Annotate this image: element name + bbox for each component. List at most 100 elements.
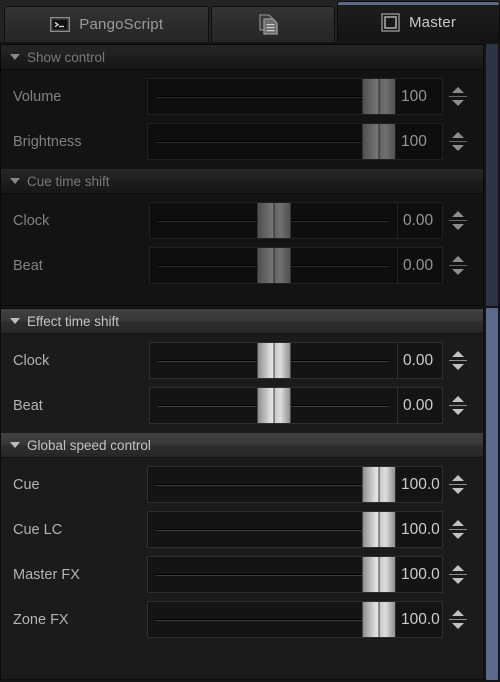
- value-field-effect-beat[interactable]: 0.00: [397, 387, 443, 424]
- stepper-down-icon[interactable]: [452, 364, 464, 370]
- chevron-down-icon[interactable]: [10, 442, 20, 448]
- slider-handle[interactable]: [362, 512, 395, 547]
- value-field-cue-lc[interactable]: 100.0: [395, 511, 443, 548]
- section-body-global-speed-control: Cue 100.0 Cue LC 100.0 Master FX 100.0 Zone FX…: [1, 458, 483, 647]
- stepper-down-icon[interactable]: [452, 224, 464, 230]
- stepper-zone-fx[interactable]: [443, 601, 473, 638]
- tab-master[interactable]: Master: [336, 1, 500, 42]
- section-title: Show control: [27, 49, 106, 65]
- slider-handle[interactable]: [257, 203, 291, 238]
- stepper-divider: [449, 220, 467, 221]
- stepper-up-icon[interactable]: [452, 610, 464, 616]
- stepper-down-icon[interactable]: [452, 623, 464, 629]
- lower-scrollbar[interactable]: [486, 308, 498, 680]
- chevron-down-icon[interactable]: [10, 318, 20, 324]
- slider-master-fx[interactable]: [147, 556, 395, 593]
- value-field-cue-clock[interactable]: 0.00: [397, 202, 443, 239]
- terminal-icon: [50, 17, 71, 32]
- value-field-volume[interactable]: 100: [395, 78, 443, 115]
- section-header-effect-time-shift[interactable]: Effect time shift: [1, 309, 483, 334]
- stepper-effect-clock[interactable]: [443, 342, 473, 379]
- stepper-divider: [449, 619, 467, 620]
- slider-handle[interactable]: [362, 124, 395, 159]
- control-row-brightness: Brightness 100: [1, 119, 483, 164]
- control-group: 100.0: [147, 466, 473, 503]
- slider-handle[interactable]: [362, 79, 395, 114]
- stepper-brightness[interactable]: [443, 123, 473, 160]
- stepper-divider: [449, 529, 467, 530]
- slider-effect-beat[interactable]: [149, 387, 397, 424]
- master-panel-window: PangoScript Master Show control Volume 1…: [0, 0, 500, 682]
- stepper-down-icon[interactable]: [452, 100, 464, 106]
- stepper-up-icon[interactable]: [452, 351, 464, 357]
- stepper-cue[interactable]: [443, 466, 473, 503]
- section-header-show-control[interactable]: Show control: [1, 45, 483, 70]
- value-text: 100: [401, 132, 427, 150]
- stepper-up-icon[interactable]: [452, 87, 464, 93]
- section-header-cue-time-shift[interactable]: Cue time shift: [1, 169, 483, 194]
- control-row-cue-beat: Beat 0.00: [1, 243, 483, 288]
- stepper-down-icon[interactable]: [452, 488, 464, 494]
- control-label: Clock: [13, 212, 50, 229]
- stepper-master-fx[interactable]: [443, 556, 473, 593]
- control-row-cue-lc: Cue LC 100.0: [1, 507, 483, 552]
- slider-track: [156, 618, 387, 621]
- value-field-effect-clock[interactable]: 0.00: [397, 342, 443, 379]
- slider-zone-fx[interactable]: [147, 601, 395, 638]
- value-text: 0.00: [403, 211, 434, 229]
- value-field-zone-fx[interactable]: 100.0: [395, 601, 443, 638]
- slider-handle[interactable]: [257, 388, 291, 423]
- value-text: 0.00: [403, 256, 434, 274]
- chevron-down-icon[interactable]: [10, 54, 20, 60]
- slider-cue-lc[interactable]: [147, 511, 395, 548]
- stepper-effect-beat[interactable]: [443, 387, 473, 424]
- slider-volume[interactable]: [147, 78, 395, 115]
- stepper-down-icon[interactable]: [452, 533, 464, 539]
- stepper-down-icon[interactable]: [452, 578, 464, 584]
- stepper-up-icon[interactable]: [452, 396, 464, 402]
- slider-track: [156, 528, 387, 531]
- section-title: Effect time shift: [27, 313, 120, 329]
- slider-cue-clock[interactable]: [149, 202, 397, 239]
- tab-label: PangoScript: [79, 16, 164, 33]
- value-field-cue[interactable]: 100.0: [395, 466, 443, 503]
- slider-handle[interactable]: [362, 467, 395, 502]
- panel-body: Show control Volume 100 Brightness 100 Cue ti…: [0, 42, 500, 682]
- stepper-cue-clock[interactable]: [443, 202, 473, 239]
- value-field-cue-beat[interactable]: 0.00: [397, 247, 443, 284]
- slider-cue-beat[interactable]: [149, 247, 397, 284]
- stepper-down-icon[interactable]: [452, 409, 464, 415]
- chevron-down-icon[interactable]: [10, 178, 20, 184]
- slider-handle[interactable]: [362, 602, 395, 637]
- stepper-up-icon[interactable]: [452, 256, 464, 262]
- upper-scrollbar[interactable]: [486, 44, 498, 306]
- stepper-cue-beat[interactable]: [443, 247, 473, 284]
- stepper-up-icon[interactable]: [452, 211, 464, 217]
- control-label: Beat: [13, 257, 43, 274]
- control-label: Clock: [13, 352, 50, 369]
- slider-brightness[interactable]: [147, 123, 395, 160]
- section-header-global-speed-control[interactable]: Global speed control: [1, 433, 483, 458]
- control-label: Cue: [13, 476, 40, 493]
- slider-effect-clock[interactable]: [149, 342, 397, 379]
- control-label: Cue LC: [13, 521, 63, 538]
- slider-handle[interactable]: [362, 557, 395, 592]
- slider-cue[interactable]: [147, 466, 395, 503]
- stepper-up-icon[interactable]: [452, 132, 464, 138]
- tab-documents[interactable]: [211, 6, 335, 42]
- stepper-up-icon[interactable]: [452, 565, 464, 571]
- slider-handle[interactable]: [257, 343, 291, 378]
- stepper-volume[interactable]: [443, 78, 473, 115]
- tab-pangoscript[interactable]: PangoScript: [4, 6, 210, 42]
- control-label: Volume: [13, 88, 62, 105]
- stepper-cue-lc[interactable]: [443, 511, 473, 548]
- value-field-master-fx[interactable]: 100.0: [395, 556, 443, 593]
- stepper-down-icon[interactable]: [452, 145, 464, 151]
- section-body-effect-time-shift: Clock 0.00 Beat 0.00: [1, 334, 483, 433]
- slider-handle[interactable]: [257, 248, 291, 283]
- stepper-up-icon[interactable]: [452, 520, 464, 526]
- stepper-up-icon[interactable]: [452, 475, 464, 481]
- section-global-speed-control: Global speed control Cue 100.0 Cue LC 100.0 M…: [1, 433, 483, 647]
- stepper-down-icon[interactable]: [452, 269, 464, 275]
- value-field-brightness[interactable]: 100: [395, 123, 443, 160]
